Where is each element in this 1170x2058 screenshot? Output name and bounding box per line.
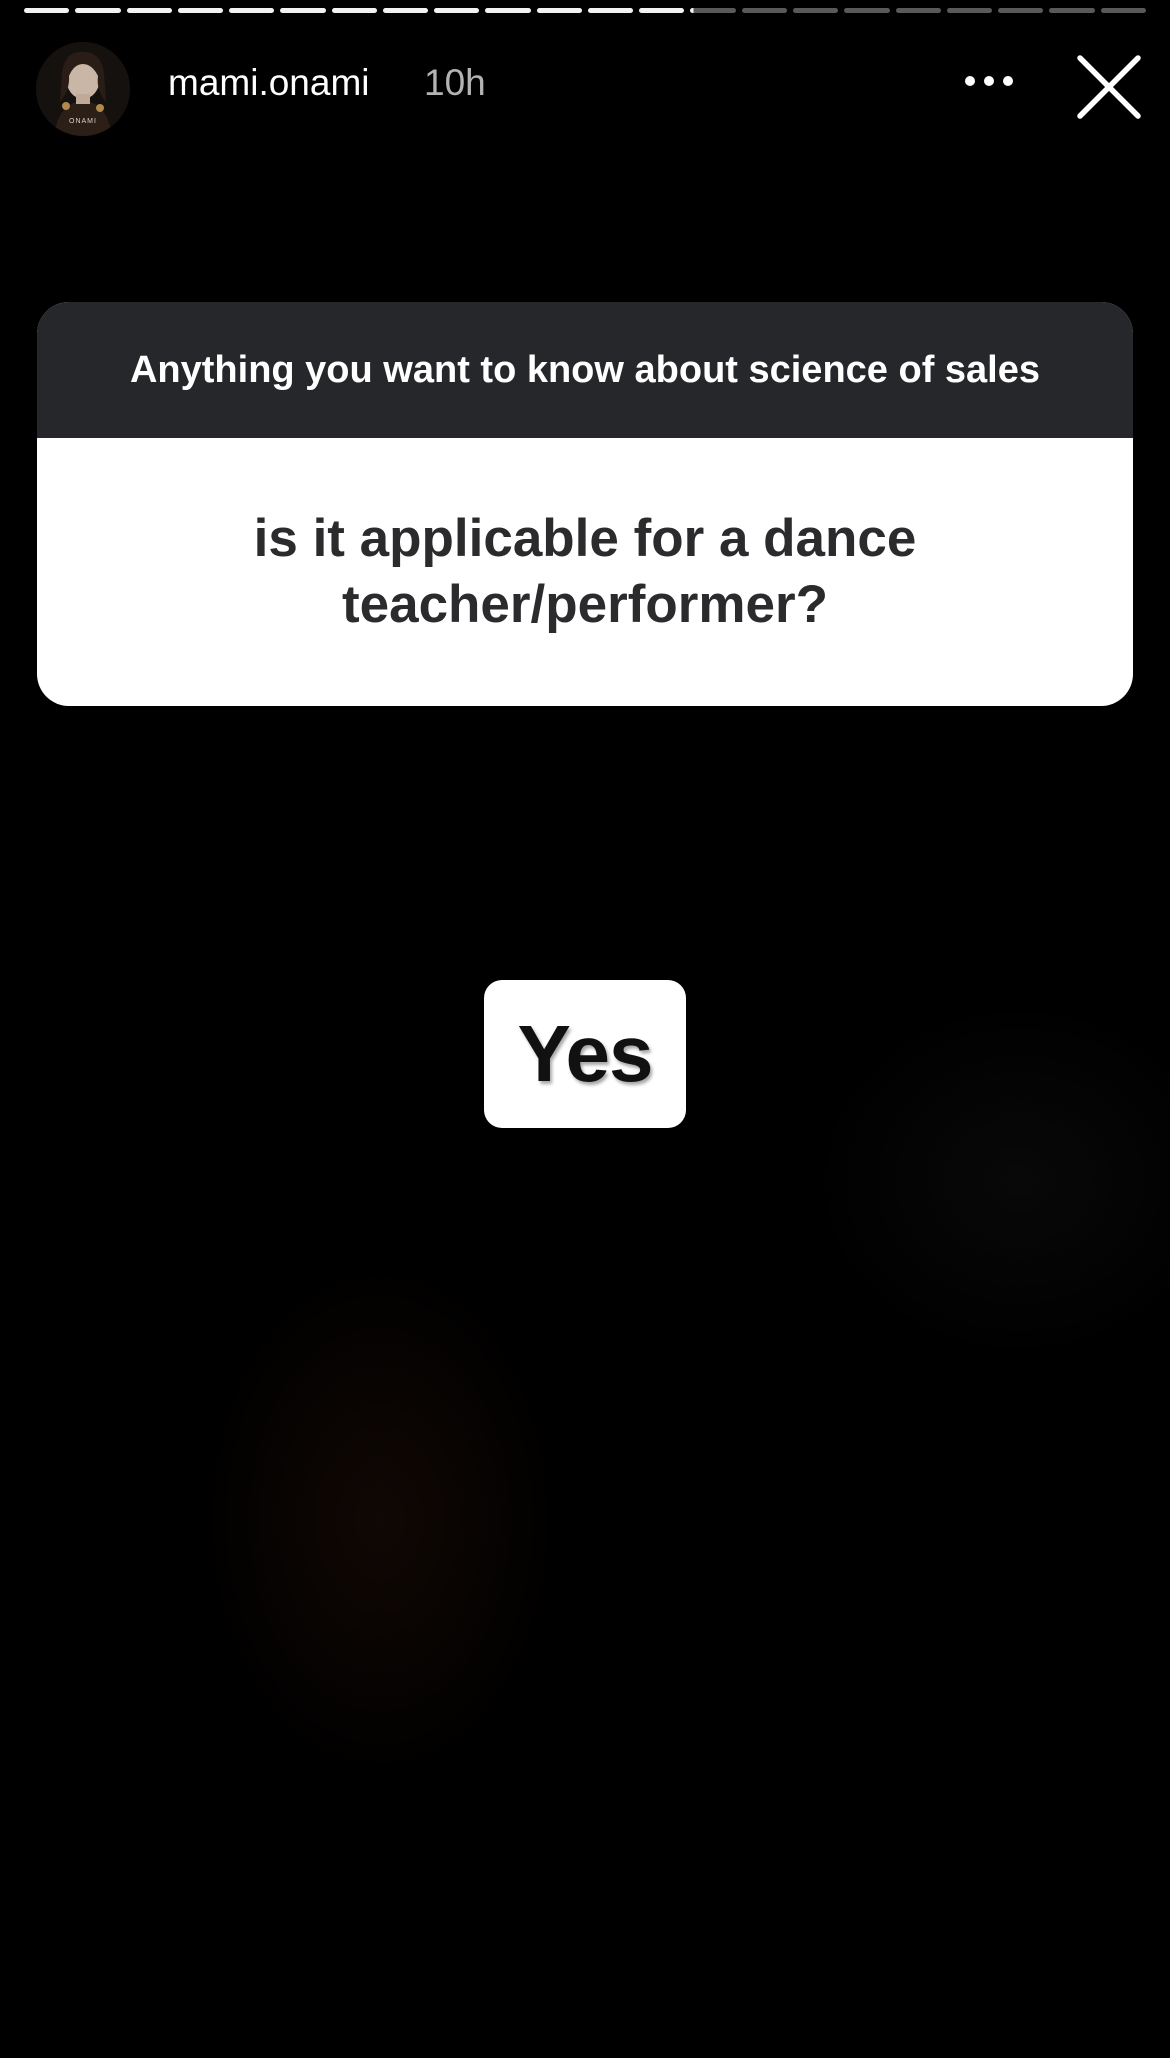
close-icon xyxy=(1077,55,1141,119)
progress-segment xyxy=(587,8,634,13)
answer-text-sticker: Yes xyxy=(484,980,686,1128)
progress-segment xyxy=(382,8,429,13)
progress-segment xyxy=(536,8,582,13)
question-sticker-body: is it applicable for a dance teacher/per… xyxy=(37,438,1133,706)
avatar-brand-text: ONAMI xyxy=(69,118,97,125)
progress-segment xyxy=(485,8,531,13)
story-username[interactable]: mami.onami xyxy=(168,64,370,101)
avatar[interactable]: ONAMI xyxy=(36,42,130,136)
progress-segment xyxy=(24,8,70,13)
progress-segment xyxy=(1100,8,1146,13)
story-timestamp: 10h xyxy=(424,62,486,103)
progress-segment xyxy=(946,8,993,13)
story-header: ONAMI mami.onami 10h xyxy=(0,38,1170,138)
progress-segment xyxy=(844,8,890,13)
progress-segment xyxy=(895,8,941,13)
more-options-button[interactable] xyxy=(954,58,1024,104)
more-horizontal-icon xyxy=(965,76,1013,86)
progress-segment xyxy=(331,8,377,13)
story-background[interactable]: ONAMI mami.onami 10h Anything you want t… xyxy=(0,0,1170,2058)
close-button[interactable] xyxy=(1074,52,1144,122)
question-text: is it applicable for a dance teacher/per… xyxy=(253,509,917,634)
progress-segment xyxy=(75,8,121,13)
progress-segment xyxy=(229,8,275,13)
progress-segment xyxy=(741,8,787,13)
answer-text: Yes xyxy=(517,1009,654,1098)
progress-segment xyxy=(690,8,736,13)
question-sticker[interactable]: Anything you want to know about science … xyxy=(37,302,1133,706)
question-prompt: Anything you want to know about science … xyxy=(129,348,1040,391)
progress-segment xyxy=(434,8,480,13)
question-sticker-header: Anything you want to know about science … xyxy=(37,302,1133,438)
progress-segment xyxy=(177,8,224,13)
story-progress-bar xyxy=(24,8,1146,14)
progress-segment xyxy=(639,8,685,13)
progress-segment xyxy=(1049,8,1095,13)
progress-segment xyxy=(998,8,1044,13)
progress-segment xyxy=(126,8,172,13)
progress-segment xyxy=(792,8,839,13)
progress-segment xyxy=(280,8,326,13)
